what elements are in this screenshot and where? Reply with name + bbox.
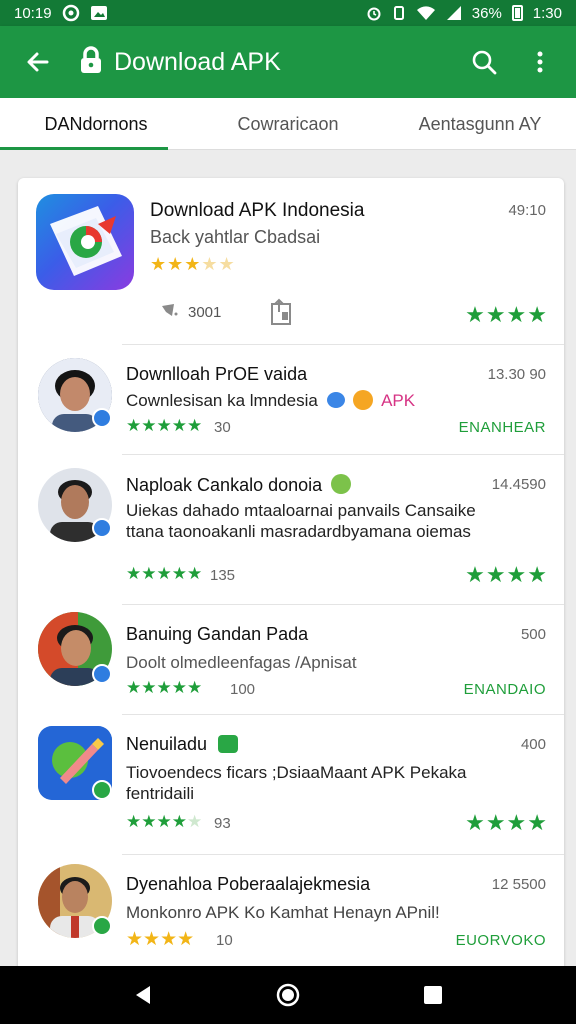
row-install-button[interactable]: ENANHEAR [459,419,546,436]
tab-3[interactable]: Aentasgunn AY [384,98,576,150]
image-notification-icon [90,5,108,21]
search-button[interactable] [456,34,512,90]
row-title: Dyenahloa Poberaalajekmesia [126,874,371,894]
status-bar: 10:19 36% 1:30 [0,0,576,26]
list-item[interactable]: Nenuiladu Tiovoendecs ficars ;DsiaaMaant… [18,714,564,854]
nav-home-button[interactable] [268,975,308,1015]
row-time: 12 5500 [491,876,546,893]
system-nav-bar [0,966,576,1024]
row-star-rating: ★★★★★ [126,678,203,697]
app-title: Download APK [114,47,281,76]
status-clock-right: 1:30 [532,4,562,22]
nav-recent-icon [424,986,443,1004]
row-description: Cownlesisan ka lmndesia APK [126,390,416,410]
green-tag-icon [218,735,239,753]
row-star-rating: ★★★★★ [126,416,203,435]
share-icon[interactable] [270,298,294,326]
verified-badge-icon [92,408,112,428]
row-title: Banuing Gandan Pada [126,624,309,644]
status-time: 10:19 [14,4,52,22]
list-item[interactable]: Naploak Cankalo donoia Uiekas dahado mta… [18,454,564,604]
row-install-button[interactable]: EUORVOKO [456,932,546,949]
app-bar: Download APK [0,26,576,98]
battery-icon [511,5,523,21]
list-item[interactable]: Downlloah PrOE vaida Cownlesisan ka lmnd… [18,344,564,454]
list-item[interactable]: Dyenahloa Poberaalajekmesia Monkonro APK… [18,854,564,978]
vibrate-icon [392,5,406,21]
verified-badge-icon [92,780,112,800]
nav-recent-button[interactable] [413,975,453,1015]
row-time: 13.30 90 [487,366,546,383]
row-review-count: 135 [210,567,236,584]
row-review-count: 30 [214,419,231,436]
nav-back-button[interactable] [123,975,163,1015]
featured-app-icon [36,194,134,290]
pin-icon[interactable] [152,300,180,328]
row-description: Monkonro APK Ko Kamhat Henayn APnil! [126,903,440,922]
list-item[interactable]: Banuing Gandan Pada Doolt olmedleenfagas… [18,604,564,714]
featured-app-title: Download APK Indonesia [150,200,365,221]
row-star-rating: ★★★★★ [126,812,203,831]
row-time: 14.4590 [491,476,546,493]
row-star-rating: ★★★★★ [126,564,203,583]
featured-time: 49:10 [508,202,546,219]
row-description: Doolt olmedleenfagas /Apnisat [126,653,357,672]
signal-icon [446,5,462,21]
row-review-count: 100 [230,681,256,698]
row-time: 500 [520,626,546,643]
tab-bar: DANdornons Cowraricaon Aentasgunn AY [0,98,576,150]
nav-back-icon [135,986,150,1004]
featured-app[interactable]: Download APK Indonesia Back yahtlar Cbad… [18,178,564,344]
row-description: Tiovoendecs ficars ;DsiaaMaant APK Pekak… [126,763,467,803]
verified-badge-icon [92,916,112,936]
row-title: Naploak Cankalo donoia [126,474,352,496]
row-green-rating: ★★★★ [465,810,548,835]
tab-2[interactable]: Cowraricaon [192,98,384,150]
lock-icon [78,45,104,79]
row-description: Uiekas dahado mtaaloarnai panvails Cansa… [126,501,476,541]
row-review-count: 93 [214,815,231,832]
row-review-count: 10 [216,932,233,949]
smile-emoji-icon [331,474,352,494]
alarm-icon [366,5,382,21]
verified-badge-icon [92,664,112,684]
featured-star-rating: ★★★★★ [150,254,236,274]
search-icon [472,50,497,75]
back-button[interactable] [10,34,66,90]
more-vert-icon [537,51,543,73]
featured-green-rating: ★★★★ [465,302,548,327]
more-options-button[interactable] [512,34,568,90]
nav-home-icon [276,983,300,1007]
row-install-button[interactable]: ENANDAIO [464,681,546,698]
app-list-card: Download APK Indonesia Back yahtlar Cbad… [18,178,564,978]
tab-1[interactable]: DANdornons [0,98,192,150]
row-title: Downlloah PrOE vaida [126,364,308,384]
row-green-rating: ★★★★ [465,562,548,587]
featured-app-subtitle: Back yahtlar Cbadsai [150,227,321,247]
row-time: 400 [520,736,546,753]
chat-emoji-icon [326,392,345,408]
face-emoji-icon [353,390,374,410]
row-star-rating: ★★★★ [126,929,195,950]
back-arrow-icon [27,52,49,72]
notification-icon [62,4,80,22]
row-title: Nenuiladu [126,734,239,755]
featured-download-count: 3001 [188,304,222,321]
wifi-icon [416,5,436,21]
battery-percent: 36% [471,4,502,22]
verified-badge-icon [92,518,112,538]
